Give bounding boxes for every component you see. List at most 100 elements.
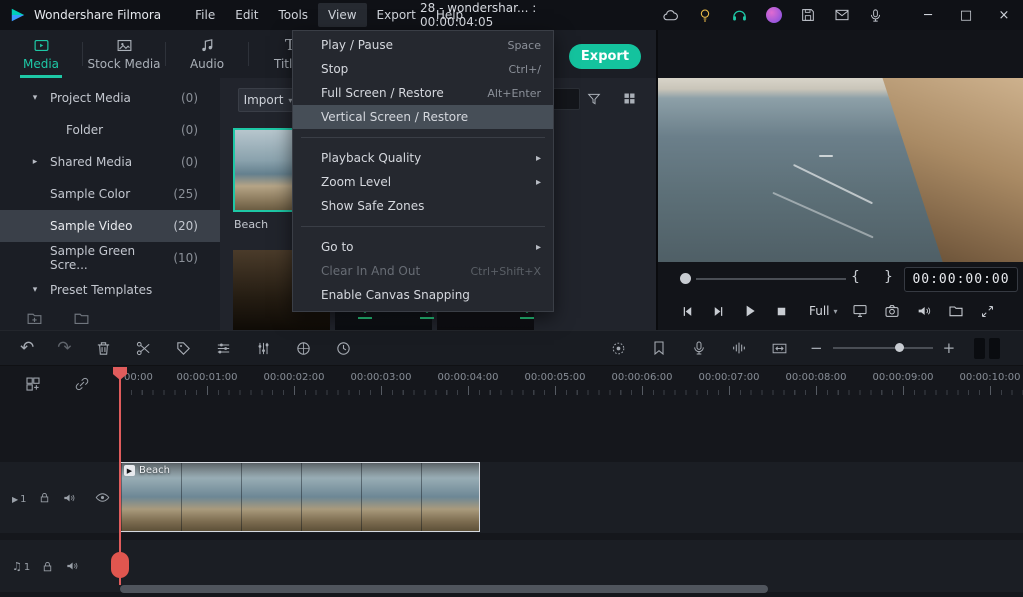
stop-icon[interactable]	[774, 304, 789, 319]
split-scissors-icon[interactable]	[135, 340, 152, 357]
timeline-ruler[interactable]: 00:00 00:00:01:00 00:00:02:00 00:00:03:0…	[120, 369, 1023, 396]
mark-out-button[interactable]: }	[884, 269, 893, 285]
menu-item-zoom-level[interactable]: Zoom Level ▸	[293, 170, 553, 194]
lock-track-icon[interactable]	[38, 491, 51, 504]
account-avatar[interactable]	[766, 7, 782, 23]
zoom-out-icon[interactable]: −	[810, 339, 823, 357]
save-icon[interactable]	[800, 7, 816, 23]
filter-funnel-icon[interactable]	[586, 91, 602, 107]
bulb-icon[interactable]	[697, 7, 713, 23]
menu-view[interactable]: View	[318, 3, 366, 27]
mute-track-icon[interactable]	[62, 491, 76, 505]
lock-track-icon[interactable]	[41, 560, 54, 573]
zoom-slider-knob[interactable]	[895, 343, 904, 352]
video-foam	[819, 155, 834, 157]
ruler-label: 00:00:10:00	[959, 372, 1020, 383]
mark-in-button[interactable]: {	[851, 269, 860, 285]
next-frame-icon[interactable]	[711, 304, 726, 319]
collapse-triangle-icon[interactable]: ▾	[28, 285, 42, 295]
hide-track-eye-icon[interactable]	[95, 490, 110, 505]
speed-clock-icon[interactable]	[335, 340, 352, 357]
speaker-icon[interactable]	[916, 303, 932, 319]
menu-item-show-safe-zones[interactable]: Show Safe Zones	[293, 194, 553, 218]
tab-media-label: Media	[23, 57, 59, 71]
range-selection-icon[interactable]	[771, 340, 788, 357]
grid-view-icon[interactable]	[622, 91, 637, 106]
sidebar-item-folder[interactable]: Folder (0)	[0, 114, 220, 146]
undo-icon[interactable]: ↶	[20, 340, 34, 357]
submenu-arrow-icon: ▸	[536, 153, 541, 164]
previous-frame-icon[interactable]	[680, 304, 695, 319]
audio-wave-icon[interactable]	[731, 340, 747, 356]
expand-triangle-icon[interactable]: ▸	[28, 157, 42, 167]
sidebar-item-project-media[interactable]: ▾ Project Media (0)	[0, 82, 220, 114]
delete-icon[interactable]	[95, 340, 112, 357]
headset-support-icon[interactable]	[731, 7, 748, 24]
menu-edit[interactable]: Edit	[225, 3, 268, 27]
menu-item-playback-quality[interactable]: Playback Quality ▸	[293, 146, 553, 170]
tag-icon[interactable]	[175, 340, 192, 357]
voiceover-mic-icon[interactable]	[691, 340, 707, 356]
menu-item-enable-canvas-snapping[interactable]: Enable Canvas Snapping	[293, 283, 553, 307]
mic-icon[interactable]	[868, 8, 883, 23]
preview-quality-dropdown[interactable]: Full ▾	[809, 304, 838, 318]
seek-slider-track[interactable]	[696, 278, 846, 280]
media-folder-icon[interactable]	[948, 303, 964, 319]
timeline-view-toggle[interactable]	[974, 338, 1000, 359]
tab-stock-media[interactable]: Stock Media	[83, 30, 165, 78]
marker-icon[interactable]	[651, 340, 667, 356]
ruler-label: 00:00:02:00	[263, 372, 324, 383]
menu-export[interactable]: Export	[367, 3, 426, 27]
export-button[interactable]: Export	[569, 44, 641, 69]
menu-item-vertical-screen-restore[interactable]: Vertical Screen / Restore	[293, 105, 553, 129]
sidebar-item-sample-green-screen[interactable]: Sample Green Scre... (10)	[0, 242, 220, 274]
collapse-triangle-icon[interactable]: ▾	[28, 93, 42, 103]
display-device-icon[interactable]	[852, 303, 868, 319]
audio-tab-icon	[199, 37, 216, 54]
adjust-sliders-icon[interactable]	[215, 340, 232, 357]
play-icon[interactable]	[742, 303, 758, 319]
zoom-in-icon[interactable]: +	[943, 339, 956, 357]
color-correction-icon[interactable]	[295, 340, 312, 357]
folder-icon[interactable]	[73, 310, 90, 327]
menu-file[interactable]: File	[185, 3, 225, 27]
playhead-bottom-grip[interactable]	[111, 552, 129, 578]
tab-audio[interactable]: Audio	[166, 30, 248, 78]
fullscreen-icon[interactable]	[980, 304, 995, 319]
seek-slider-knob[interactable]	[680, 273, 691, 284]
video-track-type: ▶1	[12, 491, 27, 505]
sidebar-item-sample-video[interactable]: Sample Video (20)	[0, 210, 220, 242]
menu-item-play-pause[interactable]: Play / Pause Space	[293, 33, 553, 57]
clip-name: Beach	[139, 465, 170, 476]
render-preview-icon[interactable]	[610, 340, 627, 357]
sidebar-item-shared-media[interactable]: ▸ Shared Media (0)	[0, 146, 220, 178]
timeline-horizontal-scrollbar[interactable]	[120, 585, 768, 593]
menu-item-full-screen-restore[interactable]: Full Screen / Restore Alt+Enter	[293, 81, 553, 105]
tab-media[interactable]: Media	[0, 30, 82, 78]
menu-item-stop[interactable]: Stop Ctrl+/	[293, 57, 553, 81]
link-clips-icon[interactable]	[74, 376, 90, 392]
cloud-icon[interactable]	[662, 7, 679, 24]
stock-media-tab-icon	[116, 37, 133, 54]
zoom-slider[interactable]	[833, 347, 933, 349]
audio-mixer-icon[interactable]	[255, 340, 272, 357]
close-button[interactable]: ×	[985, 0, 1023, 30]
filmora-window: Wondershare Filmora File Edit Tools View…	[0, 0, 1023, 597]
ruler-label: 00:00:08:00	[785, 372, 846, 383]
sidebar-item-preset-templates[interactable]: ▾ Preset Templates	[0, 274, 220, 306]
sidebar-folder-actions	[0, 306, 246, 330]
new-folder-icon[interactable]	[26, 310, 43, 327]
menu-item-go-to[interactable]: Go to ▸	[293, 235, 553, 259]
mute-track-icon[interactable]	[65, 559, 79, 573]
redo-icon[interactable]: ↷	[57, 340, 71, 357]
import-button[interactable]: Import ▾	[238, 88, 298, 112]
manage-tracks-icon[interactable]	[24, 375, 42, 393]
sidebar-item-sample-color[interactable]: Sample Color (25)	[0, 178, 220, 210]
ruler-label: 00:00:03:00	[350, 372, 411, 383]
timeline-clip-beach[interactable]: ▶ Beach	[120, 462, 480, 532]
snapshot-camera-icon[interactable]	[884, 303, 900, 319]
maximize-button[interactable]: □	[947, 0, 985, 30]
menu-tools[interactable]: Tools	[268, 3, 318, 27]
mail-icon[interactable]	[834, 7, 850, 23]
minimize-button[interactable]: ─	[909, 0, 947, 30]
